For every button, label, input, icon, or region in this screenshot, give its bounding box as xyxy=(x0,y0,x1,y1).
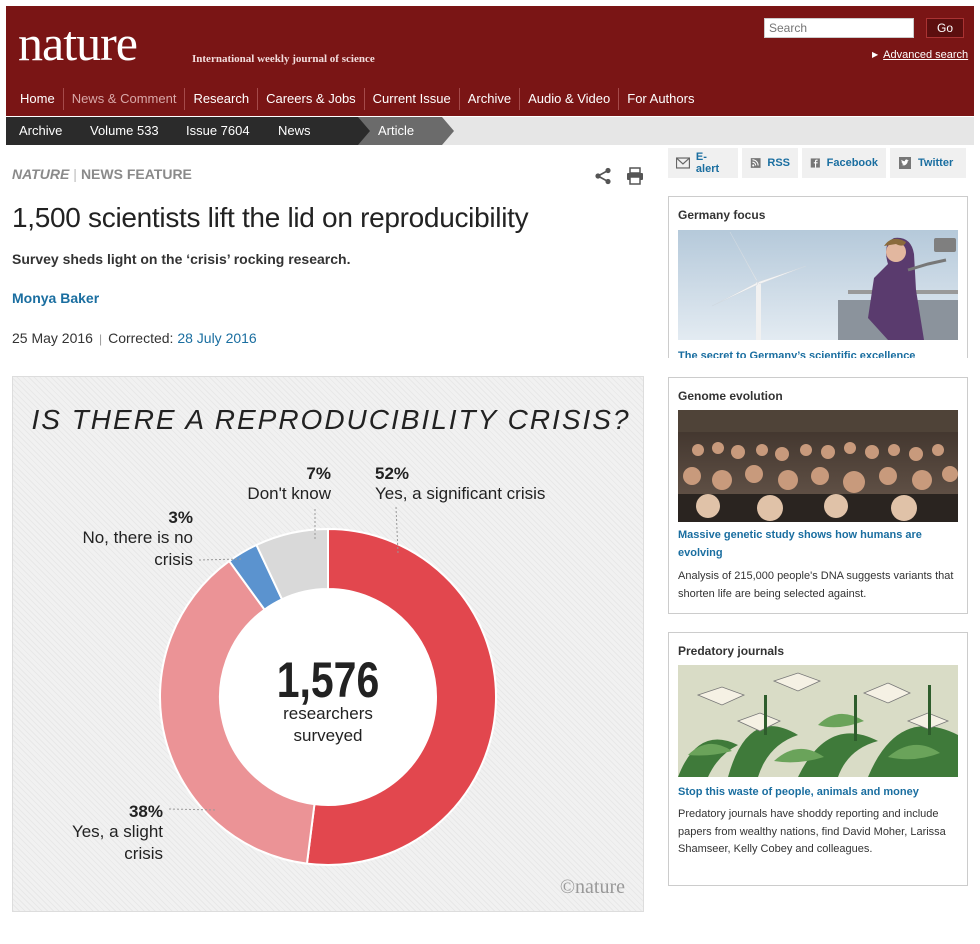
main-nav: Home News & Comment Research Careers & J… xyxy=(12,88,702,110)
label-significant-text: Yes, a significant crisis xyxy=(375,484,545,503)
twitter-button[interactable]: Twitter xyxy=(890,148,966,178)
label-no-crisis-text-2: crisis xyxy=(154,550,193,569)
breadcrumb-archive-label: Archive xyxy=(19,123,63,138)
breadcrumb-article-label: Article xyxy=(378,123,415,138)
card-germany-image[interactable] xyxy=(678,230,958,340)
section-name[interactable]: NEWS FEATURE xyxy=(81,166,192,182)
rss-label: RSS xyxy=(767,157,790,169)
article-title: 1,500 scientists lift the lid on reprodu… xyxy=(12,202,529,233)
label-slight-text-1: Yes, a slight xyxy=(72,822,163,841)
nav-archive[interactable]: Archive xyxy=(460,88,521,110)
e-alert-label: E-alert xyxy=(695,151,720,175)
card-genome-summary: Analysis of 215,000 people's DNA suggest… xyxy=(678,570,954,600)
sidebar-card-genome: Genome evolution Massive genetic study s… xyxy=(668,377,968,614)
author-link[interactable]: Monya Baker xyxy=(12,290,99,306)
nav-careers-jobs[interactable]: Careers & Jobs xyxy=(258,88,365,110)
breadcrumb-issue-label: Issue 7604 xyxy=(186,123,250,138)
breadcrumb: Article News Feature Issue 7604 Volume 5… xyxy=(6,117,974,166)
nav-news-comment[interactable]: News & Comment xyxy=(64,88,186,110)
journal-name[interactable]: NATURE xyxy=(12,166,69,182)
nav-current-issue[interactable]: Current Issue xyxy=(365,88,460,110)
corrected-label: Corrected: xyxy=(108,330,174,346)
nav-home[interactable]: Home xyxy=(12,88,64,110)
facebook-label: Facebook xyxy=(826,157,878,169)
label-no-crisis-pct: 3% xyxy=(168,508,193,527)
card-predatory-image[interactable] xyxy=(678,665,958,777)
card-genome-link[interactable]: Massive genetic study shows how humans a… xyxy=(678,526,958,562)
breadcrumb-news-feature-label: News Feature xyxy=(278,123,323,166)
social-bar: E-alert RSS Facebook Twitter xyxy=(668,148,974,178)
plants-illustration xyxy=(678,665,958,777)
card-genome-image[interactable] xyxy=(678,410,958,522)
chart-title: IS THERE A REPRODUCIBILITY CRISIS? xyxy=(31,404,630,435)
chart-canvas: IS THERE A REPRODUCIBILITY CRISIS? 1,576… xyxy=(31,404,630,898)
advanced-search-label: Advanced search xyxy=(883,49,969,61)
chart-center-label-1: researchers xyxy=(283,704,373,723)
print-icon[interactable] xyxy=(626,167,644,185)
search-go-button[interactable]: Go xyxy=(926,18,964,38)
e-alert-button[interactable]: E-alert xyxy=(668,148,738,178)
label-dont-know-pct: 7% xyxy=(306,464,331,483)
chart-center-value: 1,576 xyxy=(277,652,380,708)
breadcrumb-issue[interactable]: Issue 7604 xyxy=(166,117,270,145)
twitter-label: Twitter xyxy=(918,157,954,169)
envelope-icon xyxy=(676,157,690,169)
nav-research[interactable]: Research xyxy=(185,88,259,110)
article-kicker: NATURE | NEWS FEATURE xyxy=(12,166,192,182)
label-significant-pct: 52% xyxy=(375,464,409,483)
site-header: nature International weekly journal of s… xyxy=(6,6,974,116)
breadcrumb-volume-label: Volume 533 xyxy=(90,123,159,138)
card-predatory-title: Predatory journals xyxy=(678,644,785,658)
card-genome-title: Genome evolution xyxy=(678,389,783,403)
label-dont-know-text: Don't know xyxy=(247,484,331,503)
triangle-right-icon: ▶ xyxy=(872,50,879,59)
nav-for-authors[interactable]: For Authors xyxy=(619,88,702,110)
twitter-icon xyxy=(899,157,911,169)
card-predatory-summary: Predatory journals have shoddy reporting… xyxy=(678,808,946,855)
sidebar-card-germany: Germany focus The secret to Germany’s sc… xyxy=(668,196,968,358)
tagline: International weekly journal of science xyxy=(192,53,375,65)
publish-date: 25 May 2016 xyxy=(12,330,93,346)
label-no-crisis-text-1: No, there is no xyxy=(82,528,193,547)
nature-logo[interactable]: nature xyxy=(18,18,138,68)
crowd-photo xyxy=(678,410,958,522)
advanced-search-link[interactable]: ▶ Advanced search xyxy=(872,49,968,61)
card-germany-link[interactable]: The secret to Germany’s scientific excel… xyxy=(678,347,958,358)
label-slight-text-2: crisis xyxy=(124,844,163,863)
breadcrumb-article[interactable]: Article xyxy=(358,117,454,145)
article-dates: 25 May 2016 | Corrected: 28 July 2016 xyxy=(12,330,257,346)
facebook-icon xyxy=(810,158,820,168)
wind-turbine-photo xyxy=(678,230,958,340)
article-standfirst: Survey sheds light on the ‘crisis’ rocki… xyxy=(12,251,351,267)
breadcrumb-news-feature[interactable]: News Feature xyxy=(258,117,370,166)
sidebar-card-predatory: Predatory journals Stop this waste of pe… xyxy=(668,632,968,886)
card-germany-title: Germany focus xyxy=(678,208,766,222)
facebook-button[interactable]: Facebook xyxy=(802,148,886,178)
chart-center-label-2: surveyed xyxy=(294,726,363,745)
chart-credit: ©nature xyxy=(560,876,625,898)
search-input[interactable] xyxy=(764,18,914,38)
rss-button[interactable]: RSS xyxy=(742,148,798,178)
breadcrumb-volume[interactable]: Volume 533 xyxy=(70,117,178,145)
label-slight-pct: 38% xyxy=(129,802,163,821)
corrected-date-link[interactable]: 28 July 2016 xyxy=(177,330,256,346)
rss-icon xyxy=(750,158,761,168)
card-predatory-link[interactable]: Stop this waste of people, animals and m… xyxy=(678,783,958,801)
reproducibility-chart: IS THERE A REPRODUCIBILITY CRISIS? 1,576… xyxy=(12,376,644,912)
nav-audio-video[interactable]: Audio & Video xyxy=(520,88,620,110)
share-icon[interactable] xyxy=(594,167,612,185)
breadcrumb-archive[interactable]: Archive xyxy=(6,117,82,145)
